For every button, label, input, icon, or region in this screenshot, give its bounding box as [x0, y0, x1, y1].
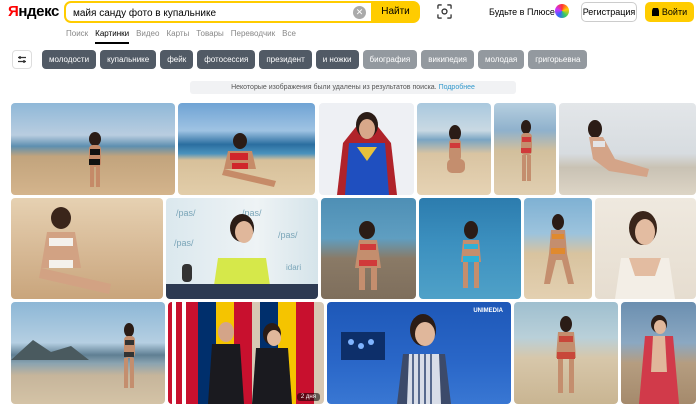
- tab-6[interactable]: Все: [282, 28, 296, 42]
- result-image-6[interactable]: [559, 103, 696, 195]
- search-box: ✕ Найти: [64, 1, 420, 23]
- figure-silhouette: [544, 214, 574, 284]
- tab-2[interactable]: Видео: [136, 28, 159, 42]
- service-tabs: Поиск Картинки Видео Карты Товары Переводчик В…: [66, 28, 296, 44]
- filter-settings-button[interactable]: [12, 50, 32, 69]
- figure-silhouette: [639, 315, 679, 404]
- figure-silhouette: [355, 221, 381, 290]
- filter-chips: молодости купальнике фейк фотосессия президе…: [12, 50, 588, 70]
- logo-first-letter: Я: [8, 3, 19, 20]
- figure-silhouette: [588, 120, 649, 177]
- chip-1[interactable]: купальнике: [100, 50, 157, 69]
- result-image-15[interactable]: UNIMEDIA: [327, 302, 511, 404]
- result-image-13[interactable]: [11, 302, 165, 404]
- figure-silhouette: [615, 211, 675, 299]
- clear-icon[interactable]: ✕: [353, 6, 366, 19]
- result-image-2[interactable]: [178, 103, 315, 195]
- notice-more-link[interactable]: Подробнее: [439, 84, 475, 91]
- result-image-11[interactable]: [524, 198, 592, 299]
- result-image-3[interactable]: [319, 103, 414, 195]
- tv-studio-scene: [341, 314, 451, 404]
- channel-logo: UNIMEDIA: [473, 308, 503, 314]
- chip-8[interactable]: молодая: [478, 50, 525, 69]
- svg-text:/pas/: /pas/: [176, 208, 196, 218]
- result-image-9[interactable]: [321, 198, 416, 299]
- chip-0[interactable]: молодости: [42, 50, 97, 69]
- result-image-16[interactable]: [514, 302, 618, 404]
- user-icon: [651, 8, 659, 16]
- result-image-5[interactable]: [494, 103, 556, 195]
- figure-silhouette: [556, 316, 576, 393]
- logo-rest: ндекс: [18, 3, 59, 20]
- figure-silhouette: [89, 132, 101, 187]
- figure-silhouette: [447, 125, 465, 173]
- search-input[interactable]: [73, 5, 353, 21]
- login-button[interactable]: Войти: [645, 2, 694, 22]
- flags-scene: [168, 302, 314, 404]
- chip-3[interactable]: фотосессия: [197, 50, 256, 69]
- result-image-8[interactable]: /pas//pas//pas//pas/idari: [166, 198, 318, 299]
- tab-1[interactable]: Картинки: [95, 28, 129, 44]
- sliders-icon: [18, 56, 26, 63]
- result-image-14[interactable]: 2 дня: [168, 302, 324, 404]
- figure-silhouette: [11, 323, 135, 388]
- chip-7[interactable]: википедия: [421, 50, 474, 69]
- svg-text:idari: idari: [286, 263, 301, 272]
- result-image-10[interactable]: [419, 198, 521, 299]
- register-button[interactable]: Регистрация: [581, 2, 637, 22]
- tab-4[interactable]: Товары: [196, 28, 224, 42]
- figure-silhouette: [222, 133, 276, 187]
- image-search-icon[interactable]: [437, 4, 452, 19]
- plus-icon[interactable]: [555, 4, 569, 18]
- yandex-logo[interactable]: Яндекс: [8, 3, 59, 20]
- search-button[interactable]: Найти: [371, 1, 420, 23]
- plus-promo-text[interactable]: Будьте в Плюсе: [489, 7, 555, 17]
- figure-silhouette: [337, 112, 397, 195]
- result-image-4[interactable]: [417, 103, 491, 195]
- figure-silhouette: [461, 221, 481, 288]
- removed-results-notice: Некоторые изображения были удалены из ре…: [190, 81, 516, 94]
- chip-6[interactable]: биография: [362, 50, 418, 69]
- result-image-1[interactable]: [11, 103, 175, 195]
- result-image-17[interactable]: [621, 302, 696, 404]
- figure-silhouette: [39, 207, 111, 294]
- chip-5[interactable]: и ножки: [315, 50, 359, 69]
- notice-text: Некоторые изображения были удалены из ре…: [231, 84, 437, 91]
- login-label: Войти: [661, 7, 688, 17]
- chip-4[interactable]: президент: [259, 50, 312, 69]
- svg-text:/pas/: /pas/: [174, 238, 194, 248]
- chip-2[interactable]: фейк: [160, 50, 194, 69]
- tab-3[interactable]: Карты: [166, 28, 189, 42]
- tab-0[interactable]: Поиск: [66, 28, 88, 42]
- tab-5[interactable]: Переводчик: [231, 28, 275, 42]
- result-image-7[interactable]: [11, 198, 163, 299]
- result-image-12[interactable]: [595, 198, 696, 299]
- press-conference-scene: /pas//pas//pas//pas/idari: [166, 208, 318, 299]
- svg-text:/pas/: /pas/: [278, 230, 298, 240]
- chip-9[interactable]: григорьевна: [528, 50, 588, 69]
- figure-silhouette: [521, 120, 532, 181]
- time-badge: 2 дня: [296, 393, 320, 401]
